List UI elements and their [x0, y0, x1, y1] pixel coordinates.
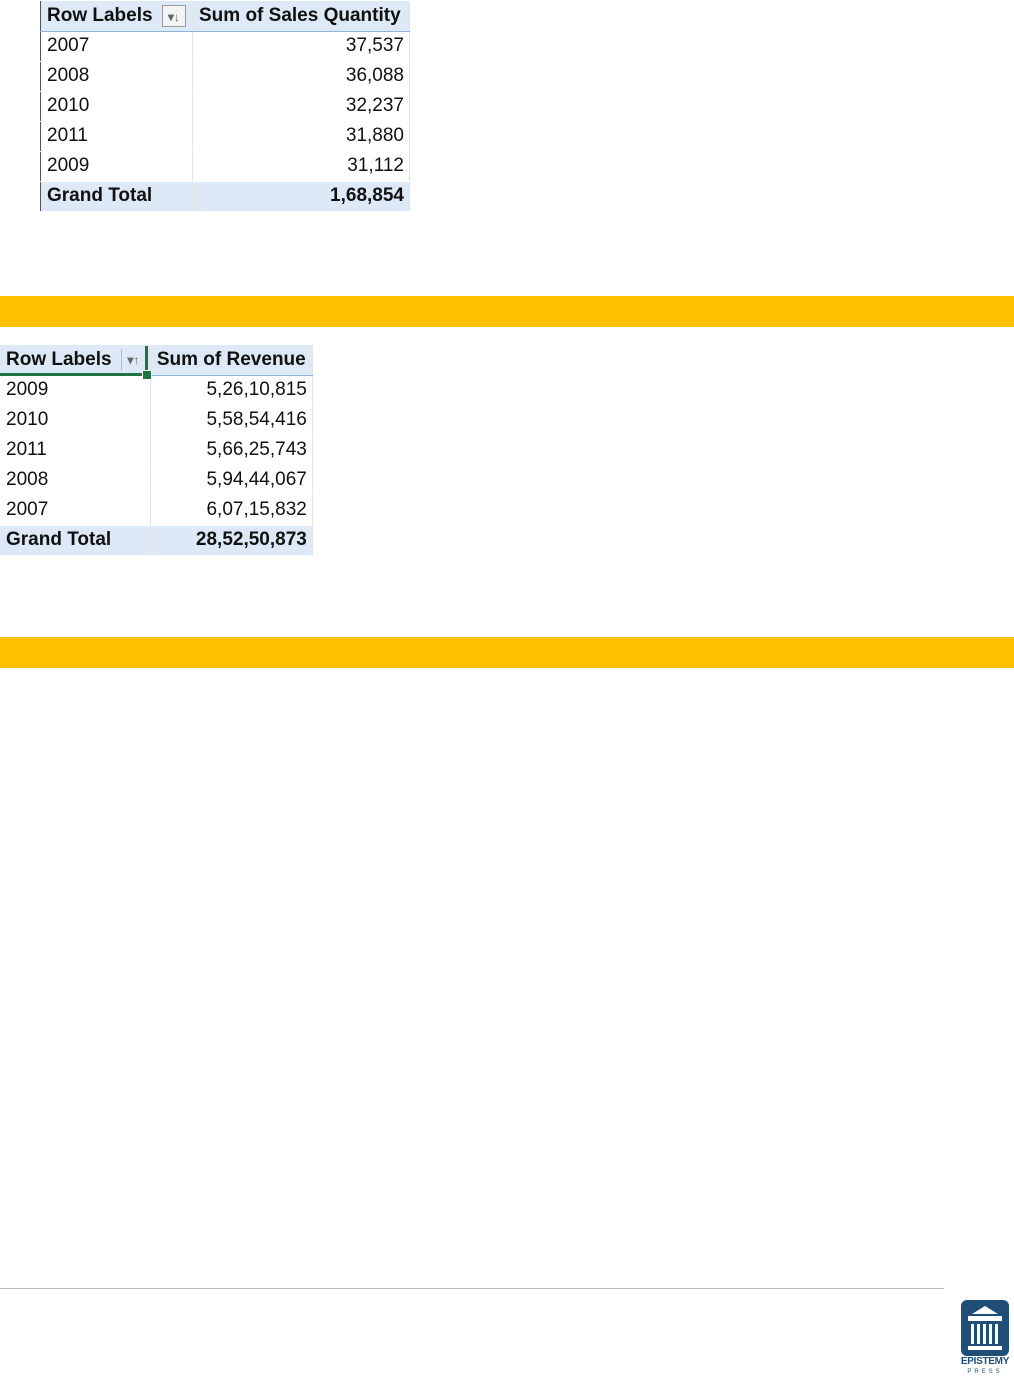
table-row[interactable]: 2011 31,880: [40, 121, 410, 152]
row-label[interactable]: 2010: [0, 405, 151, 436]
row-value[interactable]: 31,880: [192, 121, 410, 152]
row-labels-header-text: Row Labels: [47, 4, 153, 26]
table-row[interactable]: 2007 6,07,15,832: [0, 495, 313, 526]
table-row[interactable]: 2009 5,26,10,815: [0, 375, 313, 406]
row-label[interactable]: 2011: [0, 435, 151, 466]
cell-selection-border: [0, 373, 146, 376]
value-header[interactable]: Sum of Revenue: [150, 345, 313, 376]
table-row[interactable]: 2009 31,112: [40, 151, 410, 182]
pivot-header-row: Row Labels ▾↑ Sum of Revenue: [0, 345, 313, 376]
table-row[interactable]: 2010 5,58,54,416: [0, 405, 313, 436]
row-value[interactable]: 5,66,25,743: [150, 435, 313, 466]
row-label[interactable]: 2009: [0, 375, 151, 406]
row-value[interactable]: 5,26,10,815: [150, 375, 313, 406]
fill-handle[interactable]: [142, 370, 152, 380]
row-label[interactable]: 2007: [0, 495, 151, 526]
grand-total-row[interactable]: Grand Total 28,52,50,873: [0, 524, 313, 555]
logo-wordmark: EPISTEMY: [960, 1356, 1010, 1367]
table-row[interactable]: 2008 36,088: [40, 61, 410, 92]
table-row[interactable]: 2008 5,94,44,067: [0, 465, 313, 496]
row-labels-header[interactable]: Row Labels ▾↑: [0, 345, 151, 376]
row-value[interactable]: 5,94,44,067: [150, 465, 313, 496]
value-header[interactable]: Sum of Sales Quantity: [192, 1, 410, 32]
row-label[interactable]: 2011: [40, 121, 193, 152]
section-divider-band: [0, 296, 1014, 327]
pivot-header-row: Row Labels ▾↓ Sum of Sales Quantity: [40, 1, 410, 32]
footer-rule: [0, 1288, 944, 1289]
row-value[interactable]: 5,58,54,416: [150, 405, 313, 436]
grand-total-row[interactable]: Grand Total 1,68,854: [40, 180, 410, 211]
pivot-table-revenue: Row Labels ▾↑ Sum of Revenue 2009 5,26,1…: [0, 345, 313, 555]
row-label[interactable]: 2010: [40, 91, 193, 122]
table-row[interactable]: 2011 5,66,25,743: [0, 435, 313, 466]
section-divider-band: [0, 637, 1014, 668]
grand-total-label[interactable]: Grand Total: [0, 524, 151, 555]
grand-total-value[interactable]: 28,52,50,873: [150, 524, 313, 555]
row-value[interactable]: 31,112: [192, 151, 410, 182]
logo-subtext: PRESS: [967, 1369, 1003, 1375]
row-label[interactable]: 2007: [40, 31, 193, 62]
row-value[interactable]: 32,237: [192, 91, 410, 122]
row-label[interactable]: 2008: [0, 465, 151, 496]
row-value[interactable]: 36,088: [192, 61, 410, 92]
row-label[interactable]: 2008: [40, 61, 193, 92]
row-labels-header[interactable]: Row Labels ▾↓: [40, 1, 193, 32]
sort-ascending-icon[interactable]: ▾↑: [120, 348, 145, 371]
grand-total-label[interactable]: Grand Total: [40, 180, 193, 211]
table-row[interactable]: 2007 37,537: [40, 31, 410, 62]
row-label[interactable]: 2009: [40, 151, 193, 182]
row-value[interactable]: 37,537: [192, 31, 410, 62]
grand-total-value[interactable]: 1,68,854: [192, 180, 410, 211]
row-value[interactable]: 6,07,15,832: [150, 495, 313, 526]
table-row[interactable]: 2010 32,237: [40, 91, 410, 122]
sort-descending-icon[interactable]: ▾↓: [161, 4, 186, 27]
row-labels-header-text: Row Labels: [6, 348, 112, 370]
pivot-table-sales-quantity: Row Labels ▾↓ Sum of Sales Quantity 2007…: [40, 1, 410, 211]
